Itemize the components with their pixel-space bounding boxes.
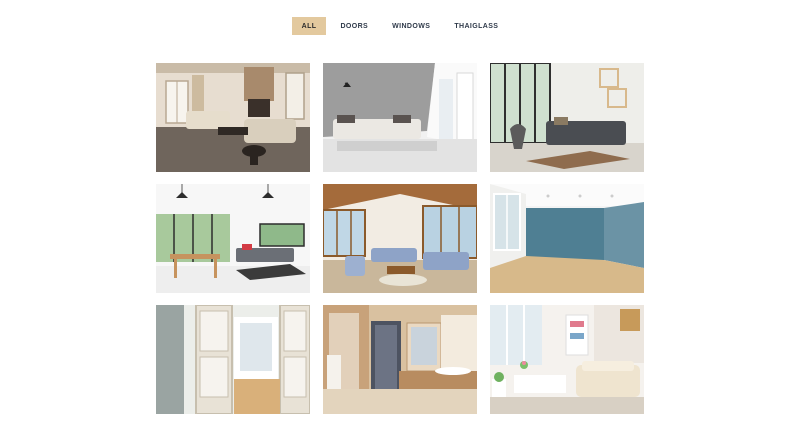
gallery-item-minimal-grey-living-room[interactable] [323,63,477,172]
filter-thaiglass-button[interactable]: THAIGLASS [444,17,508,35]
minimal-grey-living-room-photo [323,63,477,172]
portfolio-filter-bar: ALL DOORS WINDOWS THAIGLASS [0,17,800,35]
gallery-item-wooden-ceiling-lounge[interactable] [323,184,477,293]
gallery-item-empty-blue-wall-room[interactable] [490,184,644,293]
marble-bathroom-photo [323,305,477,414]
gallery-item-living-room-fireplace[interactable] [156,63,310,172]
gallery-item-bright-dining-room[interactable] [156,184,310,293]
open-french-doors-photo [156,305,310,414]
portfolio-gallery [156,63,644,414]
loft-living-room-with-shelves-photo [490,63,644,172]
filter-all-button[interactable]: ALL [291,17,327,35]
gallery-item-cream-sofa-living-room[interactable] [490,305,644,414]
empty-blue-wall-room-photo [490,184,644,293]
filter-windows-button[interactable]: WINDOWS [382,17,440,35]
living-room-fireplace-photo [156,63,310,172]
filter-doors-button[interactable]: DOORS [330,17,378,35]
cream-sofa-living-room-photo [490,305,644,414]
gallery-item-loft-living-room[interactable] [490,63,644,172]
gallery-item-open-french-doors[interactable] [156,305,310,414]
wooden-ceiling-lounge-photo [323,184,477,293]
gallery-item-marble-bathroom[interactable] [323,305,477,414]
bright-dining-living-room-photo [156,184,310,293]
